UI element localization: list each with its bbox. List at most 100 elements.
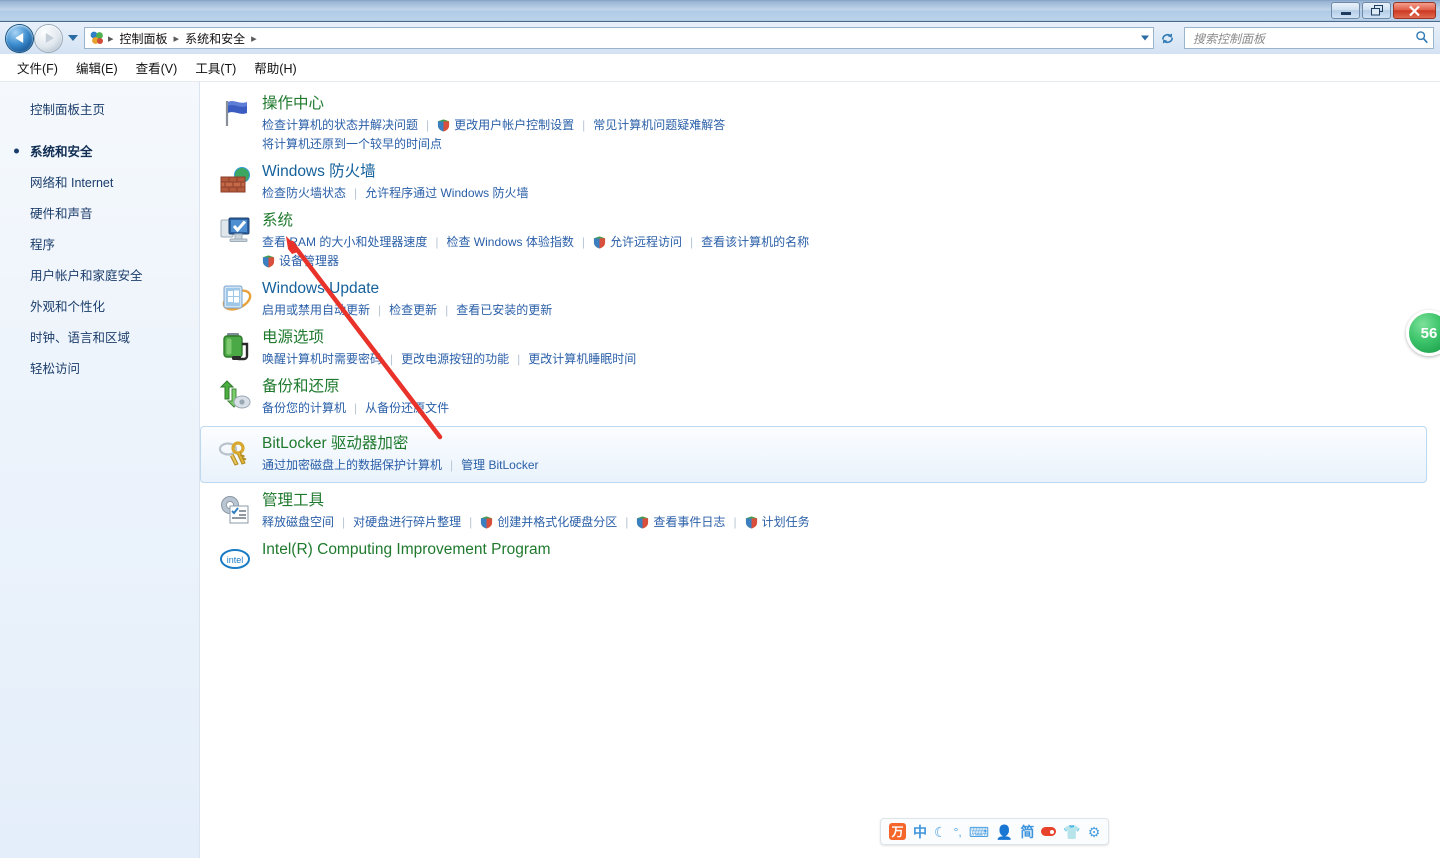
category-backup-restore: 备份和还原备份您的计算机 | 从备份还原文件 (200, 377, 1440, 418)
task-link[interactable]: 计划任务 (745, 513, 810, 532)
person-icon[interactable]: 👤 (996, 825, 1013, 839)
task-link-label: 检查防火墙状态 (262, 186, 347, 200)
breadcrumb-chevron-0: ▸ (108, 32, 114, 45)
task-link[interactable]: 启用或禁用自动更新 (262, 301, 370, 320)
category-title-backup-restore[interactable]: 备份和还原 (262, 377, 340, 397)
task-link[interactable]: 更改用户帐户控制设置 (437, 116, 574, 135)
sidebar-item-1[interactable]: 网络和 Internet (0, 166, 199, 197)
link-separator: | (354, 186, 358, 200)
task-link[interactable]: 查看已安装的更新 (456, 301, 552, 320)
menu-help[interactable]: 帮助(H) (245, 54, 305, 81)
sidebar-item-7[interactable]: 轻松访问 (0, 352, 199, 383)
task-link[interactable]: 管理 BitLocker (461, 456, 538, 475)
title-bar (0, 0, 1440, 22)
forward-button[interactable] (35, 24, 62, 52)
task-link[interactable]: 设备管理器 (262, 252, 339, 271)
link-separator: | (354, 401, 358, 415)
sidebar-item-6[interactable]: 时钟、语言和区域 (0, 321, 199, 352)
category-links-row: 释放磁盘空间 | 对硬盘进行碎片整理 | 创建并格式化硬盘分区 | 查看事件日志 | 计划任务 (262, 513, 1440, 532)
back-button[interactable] (6, 24, 33, 52)
backup-icon (218, 379, 252, 413)
task-link-label: 查看该计算机的名称 (701, 235, 810, 249)
search-input[interactable]: 搜索控制面板 (1193, 30, 1415, 47)
task-link[interactable]: 释放磁盘空间 (262, 513, 334, 532)
uac-shield-icon (437, 119, 450, 132)
sidebar-item-3[interactable]: 程序 (0, 228, 199, 259)
sidebar-nav-list: 系统和安全 网络和 Internet 硬件和声音 程序 用户帐户和家庭安全 外观和个性化时… (0, 135, 199, 383)
category-title-admin-tools[interactable]: 管理工具 (262, 491, 324, 511)
control-panel-window: ▸ 控制面板 ▸ 系统和安全 ▸ 搜索控制面板 文件(F) 编辑(E) 查看(V… (0, 0, 1440, 858)
task-link[interactable]: 从备份还原文件 (365, 399, 449, 418)
task-link-label: 常见计算机问题疑难解答 (593, 118, 726, 132)
ime-simplified-button[interactable]: 简 (1020, 822, 1034, 842)
task-link[interactable]: 检查更新 (389, 301, 437, 320)
task-link[interactable]: 检查计算机的状态并解决问题 (262, 116, 418, 135)
sidebar-item-0[interactable]: 系统和安全 (0, 135, 199, 166)
menu-view[interactable]: 查看(V) (127, 54, 187, 81)
task-link[interactable]: 允许远程访问 (593, 233, 682, 252)
restore-button[interactable] (1362, 2, 1391, 19)
capsule-icon[interactable] (1041, 827, 1057, 836)
task-link[interactable]: 通过加密磁盘上的数据保护计算机 (262, 456, 442, 475)
breadcrumb-item-1[interactable]: 系统和安全 (180, 28, 250, 49)
punctuation-icon[interactable]: °, (954, 826, 962, 838)
menu-tools[interactable]: 工具(T) (186, 54, 245, 81)
menu-edit[interactable]: 编辑(E) (67, 54, 127, 81)
category-title-system[interactable]: 系统 (262, 211, 293, 231)
category-title-bitlocker[interactable]: BitLocker 驱动器加密 (262, 434, 408, 454)
refresh-button[interactable] (1156, 27, 1178, 49)
sidebar-item-2[interactable]: 硬件和声音 (0, 197, 199, 228)
task-link-label: 查看已安装的更新 (456, 303, 553, 317)
breadcrumb-item-0[interactable]: 控制面板 (115, 28, 173, 49)
task-link[interactable]: 查看该计算机的名称 (701, 233, 809, 252)
category-title-intel-program[interactable]: Intel(R) Computing Improvement Program (262, 540, 551, 560)
task-link[interactable]: 备份您的计算机 (262, 399, 346, 418)
moon-icon[interactable]: ☾ (934, 825, 947, 839)
task-link[interactable]: 允许程序通过 Windows 防火墙 (365, 184, 528, 203)
category-title-power-options[interactable]: 电源选项 (262, 328, 324, 348)
task-link[interactable]: 将计算机还原到一个较早的时间点 (262, 135, 442, 154)
minimize-icon (1340, 12, 1351, 15)
link-separator: | (517, 352, 521, 366)
close-button[interactable] (1393, 2, 1436, 19)
recent-pages-button[interactable] (65, 28, 81, 48)
gear-icon[interactable]: ⚙ (1088, 825, 1101, 839)
task-link[interactable]: 常见计算机问题疑难解答 (593, 116, 725, 135)
category-links-row: 检查防火墙状态 | 允许程序通过 Windows 防火墙 (262, 184, 1440, 203)
category-intel-program: intel Intel(R) Computing Improvement Prog… (200, 540, 1440, 569)
task-link[interactable]: 检查 Windows 体验指数 (446, 233, 573, 252)
category-links-row: 检查计算机的状态并解决问题 | 更改用户帐户控制设置 | 常见计算机问题疑难解答 (262, 116, 1440, 135)
task-link[interactable]: 查看 RAM 的大小和处理器速度 (262, 233, 427, 252)
ime-logo-icon[interactable]: 万 (889, 823, 906, 840)
task-link[interactable]: 检查防火墙状态 (262, 184, 346, 203)
sidebar-item-home[interactable]: 控制面板主页 (0, 94, 199, 123)
task-link[interactable]: 对硬盘进行碎片整理 (353, 513, 461, 532)
intel-logo-icon: intel (218, 542, 252, 576)
shirt-icon[interactable]: 👕 (1063, 825, 1080, 839)
task-link[interactable]: 查看事件日志 (636, 513, 725, 532)
breadcrumb-bar[interactable]: ▸ 控制面板 ▸ 系统和安全 ▸ (84, 27, 1154, 49)
category-title-action-center[interactable]: 操作中心 (262, 94, 324, 114)
category-admin-tools: 管理工具释放磁盘空间 | 对硬盘进行碎片整理 | 创建并格式化硬盘分区 | 查看事件日志 | 计… (200, 491, 1440, 532)
ime-mode-button[interactable]: 中 (913, 822, 927, 842)
search-box[interactable]: 搜索控制面板 (1184, 27, 1434, 49)
menu-file[interactable]: 文件(F) (8, 54, 67, 81)
task-link[interactable]: 唤醒计算机时需要密码 (262, 350, 382, 369)
address-dropdown-icon[interactable] (1141, 35, 1149, 41)
category-title-windows-update[interactable]: Windows Update (262, 279, 379, 299)
keyboard-icon[interactable]: ⌨ (969, 825, 989, 839)
link-separator: | (378, 303, 382, 317)
category-title-windows-firewall[interactable]: Windows 防火墙 (262, 162, 376, 182)
admin-tools-icon (218, 493, 252, 527)
task-link[interactable]: 更改电源按钮的功能 (401, 350, 509, 369)
minimize-button[interactable] (1331, 2, 1360, 19)
uac-shield-icon (636, 516, 649, 529)
breadcrumb-chevron-1[interactable]: ▸ (173, 32, 181, 45)
task-link-label: 查看 RAM 的大小和处理器速度 (262, 235, 428, 249)
sidebar-item-4[interactable]: 用户帐户和家庭安全 (0, 259, 199, 290)
task-link[interactable]: 更改计算机睡眠时间 (528, 350, 636, 369)
task-link[interactable]: 创建并格式化硬盘分区 (480, 513, 617, 532)
task-link-label: 管理 BitLocker (461, 458, 539, 472)
sidebar-item-5[interactable]: 外观和个性化 (0, 290, 199, 321)
breadcrumb-chevron-2[interactable]: ▸ (250, 32, 258, 45)
